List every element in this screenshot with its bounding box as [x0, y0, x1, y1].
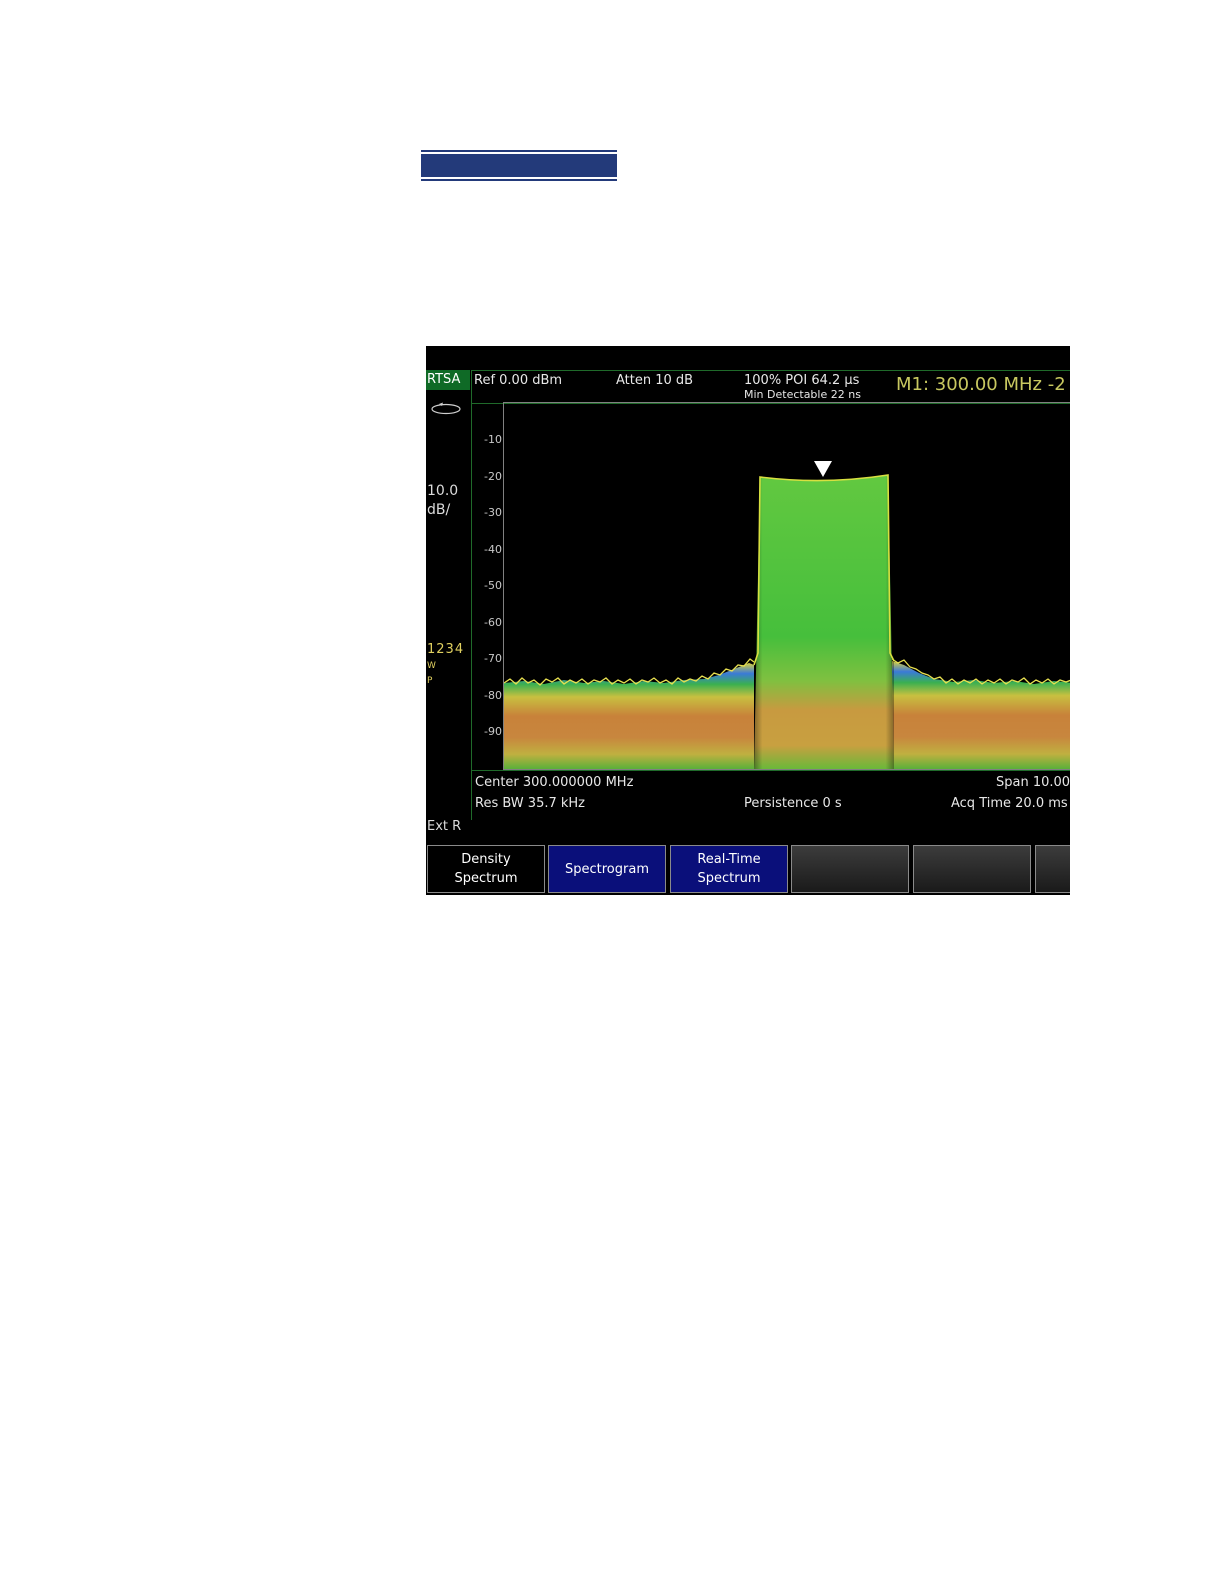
y-tick-label: -40 — [484, 543, 502, 556]
persistence: Persistence 0 s — [744, 796, 842, 811]
analyzer-screen: RTSA 10.0 dB/ 1234 W P Ext R Ref 0.00 dB… — [426, 346, 1070, 895]
resolution-bandwidth[interactable]: Res BW 35.7 kHz — [475, 796, 585, 811]
header-rule-top — [421, 150, 617, 152]
y-tick-label: -80 — [484, 689, 502, 702]
softkey-bar: Density Spectrum Spectrogram Real-Time Spe… — [426, 845, 1070, 895]
attenuation[interactable]: Atten 10 dB — [616, 373, 693, 388]
header-band — [421, 154, 617, 177]
poi-readout: 100% POI 64.2 μs — [744, 373, 860, 388]
softkey-blank-4[interactable] — [791, 845, 909, 893]
span[interactable]: Span 10.00 — [996, 775, 1070, 790]
y-tick-label: -50 — [484, 579, 502, 592]
softkey-blank-5[interactable] — [913, 845, 1031, 893]
bottom-divider — [472, 770, 1070, 771]
trace-detector: P — [427, 676, 433, 686]
density-spectrum-graphic — [504, 461, 1070, 769]
marker-readout: M1: 300.00 MHz -2 — [896, 374, 1066, 395]
y-tick-label: -30 — [484, 506, 502, 519]
softkey-blank-6[interactable] — [1035, 845, 1070, 893]
density-spectrum-plot[interactable] — [503, 402, 1070, 770]
center-frequency[interactable]: Center 300.000000 MHz — [475, 775, 633, 790]
left-annotation-column: RTSA 10.0 dB/ 1234 W P Ext R — [426, 370, 472, 834]
header-bar — [421, 150, 617, 182]
trace-type: W — [427, 661, 436, 671]
y-tick-label: -90 — [484, 725, 502, 738]
softkey-label: Spectrum — [697, 871, 761, 886]
y-tick-label: -10 — [484, 433, 502, 446]
ext-ref-indicator: Ext R — [427, 819, 462, 834]
y-tick-label: -70 — [484, 652, 502, 665]
softkey-label: Spectrogram — [565, 861, 649, 877]
acquisition-time: Acq Time 20.0 ms — [951, 796, 1068, 811]
y-tick-label: -20 — [484, 470, 502, 483]
ref-level[interactable]: Ref 0.00 dBm — [474, 373, 562, 388]
scale-unit: dB/ — [427, 502, 451, 518]
min-detectable: Min Detectable 22 ns — [744, 388, 861, 401]
settings-bar: Ref 0.00 dBm Atten 10 dB 100% POI 64.2 μ… — [472, 370, 1070, 404]
mode-badge[interactable]: RTSA — [426, 370, 470, 390]
softkey-density-spectrum[interactable]: Density Spectrum — [427, 845, 545, 893]
softkey-spectrogram[interactable]: Spectrogram — [548, 845, 666, 893]
softkey-real-time-spectrum[interactable]: Real-Time Spectrum — [670, 845, 788, 893]
continuous-sweep-icon — [431, 402, 461, 415]
y-tick-label: -60 — [484, 616, 502, 629]
scale-value: 10.0 — [427, 483, 459, 499]
marker-triangle — [814, 461, 832, 477]
header-rule-bottom — [421, 179, 617, 181]
trace-numbers: 1234 — [427, 642, 465, 657]
softkey-label: Real-Time — [697, 852, 761, 867]
softkey-label: Spectrum — [454, 871, 518, 886]
softkey-label: Density — [461, 852, 511, 867]
